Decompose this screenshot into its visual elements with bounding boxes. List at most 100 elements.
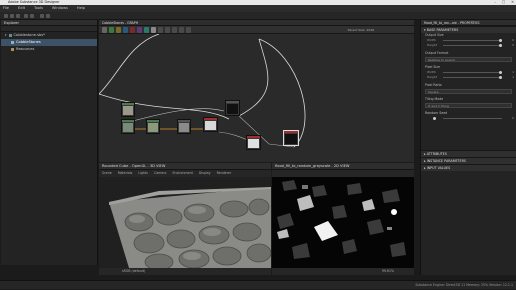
3d-menu-renderer[interactable]: Renderer <box>217 170 232 177</box>
output-height-row[interactable]: Height 0 <box>421 43 516 48</box>
chevron-down-icon: ▾ <box>424 28 426 32</box>
package-icon <box>8 34 12 37</box>
3d-view-header: Rounded Cube - OpenGL - 3D VIEW <box>99 163 271 170</box>
slider-knob[interactable] <box>499 76 502 79</box>
graph-title: CobbleStones - GRAPH <box>102 21 139 25</box>
section-label: INSTANCE PARAMETERS <box>426 159 467 163</box>
node-chip[interactable] <box>186 27 191 33</box>
3d-view-menu: Scene Materials Lights Camera Environmen… <box>99 170 271 177</box>
prop-value[interactable]: 1 <box>512 75 514 80</box>
prop-value[interactable]: 0 <box>512 43 514 48</box>
node-chip[interactable] <box>116 27 121 33</box>
menu-windows[interactable]: Windows <box>52 5 68 12</box>
section-input-values[interactable]: ▸ INPUT VALUES <box>421 164 516 171</box>
section-label: ATTRIBUTES <box>426 152 447 156</box>
zoom-label[interactable]: 99.61% <box>382 268 394 275</box>
2d-view-title: flood_fill_to_random_grayscale - 2D VIEW <box>275 164 350 168</box>
3d-menu-scene[interactable]: Scene <box>102 170 112 177</box>
graph-node[interactable] <box>121 102 135 117</box>
3d-menu-display[interactable]: Display <box>199 170 211 177</box>
graph-node[interactable] <box>246 135 261 150</box>
chevron-right-icon: ▸ <box>424 166 426 170</box>
3d-view-panel: Rounded Cube - OpenGL - 3D VIEW Scene Ma… <box>99 163 271 275</box>
slider-knob[interactable] <box>499 39 502 42</box>
menu-file[interactable]: File <box>3 5 9 12</box>
graph-node[interactable] <box>225 100 240 116</box>
tree-item-label: CobbleStones <box>16 40 41 44</box>
3d-menu-camera[interactable]: Camera <box>154 170 167 177</box>
node-chip[interactable] <box>109 27 114 33</box>
status-bar: Substance Engine: Direct3D 11 Memory: 25… <box>0 280 516 289</box>
main-toolbar <box>0 12 516 20</box>
seed-slider[interactable] <box>443 118 502 119</box>
2d-view-header: flood_fill_to_random_grayscale - 2D VIEW <box>272 163 414 170</box>
chevron-right-icon: ▸ <box>424 159 426 163</box>
3d-menu-environment[interactable]: Environment <box>172 170 192 177</box>
section-instance-parameters[interactable]: ▸ INSTANCE PARAMETERS <box>421 157 516 164</box>
undo-icon[interactable] <box>24 14 28 18</box>
prop-value[interactable]: 0 <box>512 116 514 121</box>
node-chip[interactable] <box>151 27 156 33</box>
pixel-width-slider[interactable] <box>443 72 502 73</box>
graph-node[interactable] <box>121 119 135 134</box>
height-slider[interactable] <box>443 45 502 46</box>
window-title: Adobe Substance 3D Designer <box>8 0 60 4</box>
chevron-right-icon: ▸ <box>424 152 426 156</box>
redo-icon[interactable] <box>30 14 34 18</box>
pixel-height-slider[interactable] <box>443 77 502 78</box>
node-chip[interactable] <box>102 27 107 33</box>
graph-node[interactable] <box>177 119 191 134</box>
3d-viewport[interactable] <box>99 177 271 268</box>
node-chip[interactable] <box>130 27 135 33</box>
open-file-icon[interactable] <box>10 14 14 18</box>
graph-node[interactable] <box>203 117 218 132</box>
3d-menu-lights[interactable]: Lights <box>138 170 148 177</box>
2d-view-footer: 99.61% <box>272 268 414 275</box>
3d-view-footer: sRGB (default) <box>99 268 271 275</box>
slider-knob[interactable] <box>433 117 436 120</box>
pixel-ratio-dropdown[interactable]: Square <box>425 89 512 94</box>
slider-knob[interactable] <box>499 71 502 74</box>
random-seed-row[interactable]: 0 <box>421 116 516 121</box>
node-chip[interactable] <box>165 27 170 33</box>
output-format-label: Output Format <box>425 51 449 55</box>
node-chip[interactable] <box>179 27 184 33</box>
node-chip[interactable] <box>158 27 163 33</box>
section-base-parameters[interactable]: ▾ BASE PARAMETERS <box>421 26 516 33</box>
settings-icon[interactable] <box>46 14 50 18</box>
chevron-down-icon[interactable]: ▾ <box>5 32 7 39</box>
section-label: INPUT VALUES <box>426 166 451 170</box>
tree-item-label: Cobblestone.sbs* <box>13 33 45 37</box>
prop-name: Height <box>427 75 437 79</box>
graph-node-selected[interactable] <box>283 130 299 146</box>
pixel-ratio-label: Pixel Ratio <box>425 83 442 87</box>
menu-edit[interactable]: Edit <box>18 5 25 12</box>
menu-help[interactable]: Help <box>77 5 85 12</box>
node-chip[interactable] <box>144 27 149 33</box>
menu-tools[interactable]: Tools <box>34 5 43 12</box>
3d-menu-materials[interactable]: Materials <box>118 170 133 177</box>
parent-size-label[interactable]: Parent Size: 2048 <box>348 28 374 32</box>
color-space-label[interactable]: sRGB (default) <box>122 269 145 273</box>
layout-icon[interactable] <box>40 14 44 18</box>
output-format-dropdown[interactable]: Relative to parent <box>425 57 512 62</box>
tiling-mode-label: Tiling Mode <box>425 97 444 101</box>
node-chip[interactable] <box>123 27 128 33</box>
node-chip[interactable] <box>172 27 177 33</box>
prop-name: Width <box>427 70 436 74</box>
graph-node[interactable] <box>146 119 160 134</box>
node-chip[interactable] <box>137 27 142 33</box>
tiling-mode-dropdown[interactable]: H and V Tiling <box>425 103 512 108</box>
pixel-height-row[interactable]: Height 1 <box>421 75 516 80</box>
new-file-icon[interactable] <box>4 14 8 18</box>
tree-item-package[interactable]: ▾ Cobblestone.sbs* <box>1 32 97 39</box>
width-slider[interactable] <box>443 40 502 41</box>
2d-viewport[interactable] <box>272 177 414 268</box>
properties-title: flood_fill_to_ran...ale - PROPERTIES <box>424 21 480 25</box>
save-icon[interactable] <box>16 14 20 18</box>
tree-item-graph[interactable]: CobbleStones <box>1 39 97 46</box>
tree-item-resources[interactable]: Resources <box>1 46 97 53</box>
3d-view-title: Rounded Cube - OpenGL - 3D VIEW <box>102 164 166 168</box>
section-attributes[interactable]: ▸ ATTRIBUTES <box>421 150 516 157</box>
slider-knob[interactable] <box>499 44 502 47</box>
